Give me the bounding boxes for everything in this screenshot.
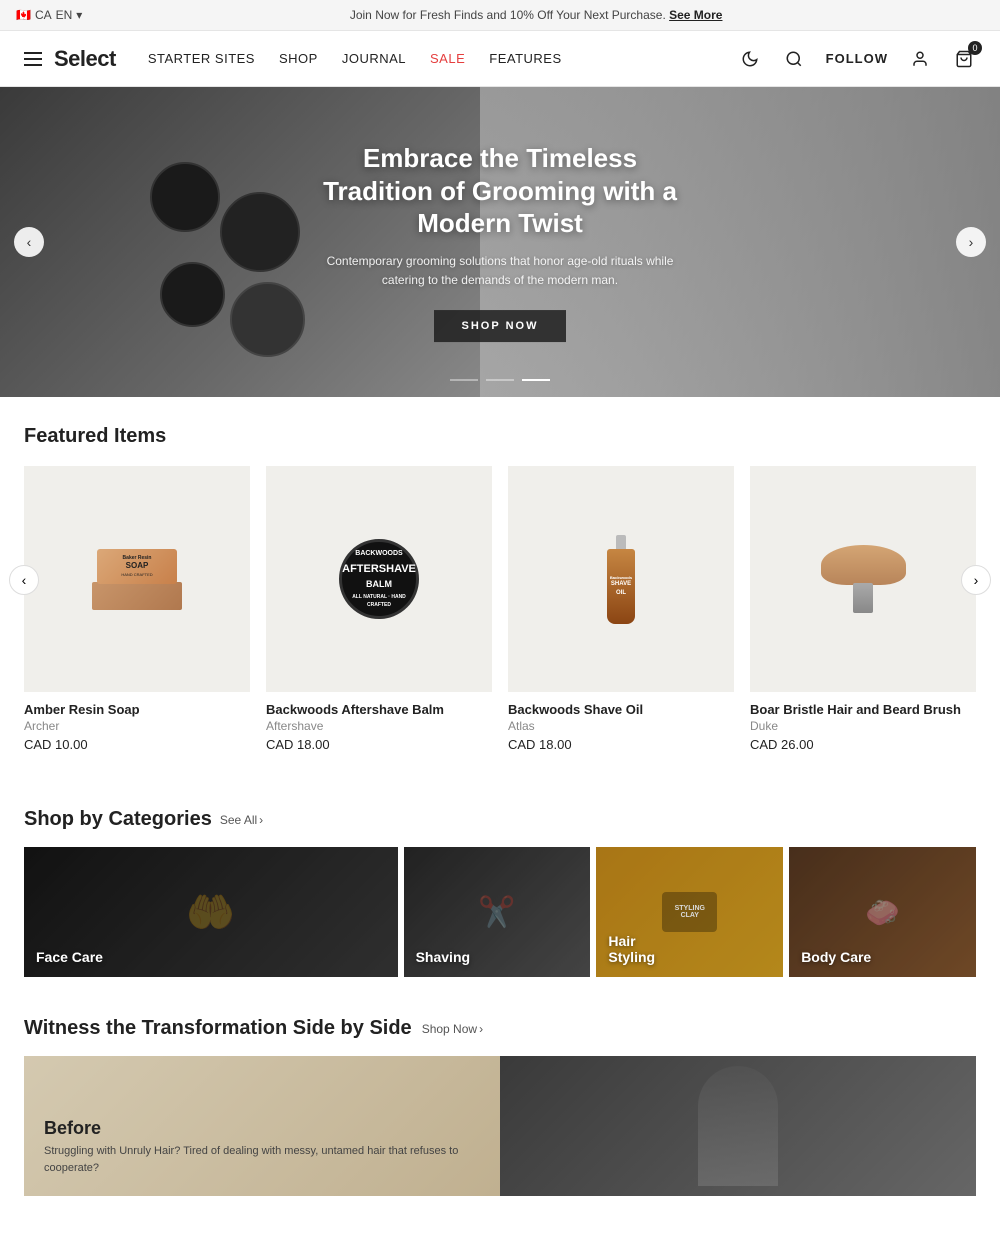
see-more-link[interactable]: See More	[669, 8, 722, 22]
locale-en[interactable]: EN	[56, 8, 73, 22]
product-name-1: Amber Resin Soap	[24, 702, 250, 717]
hero-subtitle: Contemporary grooming solutions that hon…	[310, 252, 690, 290]
nav-sale[interactable]: SALE	[430, 51, 465, 66]
category-face-care[interactable]: 🤲 Face Care	[24, 847, 398, 977]
product-price-2: CAD 18.00	[266, 737, 492, 752]
nav-starter-sites[interactable]: STARTER SITES	[148, 51, 255, 66]
featured-title: Featured Items	[24, 425, 976, 448]
before-panel: Before Struggling with Unruly Hair? Tire…	[24, 1056, 500, 1196]
transformation-grid: Before Struggling with Unruly Hair? Tire…	[24, 1056, 976, 1196]
hero-prev-button[interactable]: ‹	[14, 227, 44, 257]
announcement-bar: 🇨🇦 CA EN ▾ Join Now for Fresh Finds and …	[0, 0, 1000, 31]
product-price-1: CAD 10.00	[24, 737, 250, 752]
search-button[interactable]	[782, 47, 806, 71]
cart-count: 0	[968, 41, 982, 55]
hero-content: Embrace the Timeless Tradition of Groomi…	[310, 142, 690, 342]
flag-icon: 🇨🇦	[16, 8, 31, 22]
hero-next-button[interactable]: ›	[956, 227, 986, 257]
product-brand-3: Atlas	[508, 719, 734, 733]
after-panel	[500, 1056, 976, 1196]
categories-title: Shop by Categories	[24, 808, 212, 831]
hero-title: Embrace the Timeless Tradition of Groomi…	[310, 142, 690, 240]
locale-selector[interactable]: 🇨🇦 CA EN ▾	[16, 8, 82, 22]
dark-mode-toggle[interactable]	[738, 47, 762, 71]
locale-ca[interactable]: CA	[35, 8, 52, 22]
chevron-right-icon: ›	[479, 1022, 483, 1036]
before-label: Before	[44, 1118, 480, 1139]
see-all-link[interactable]: See All ›	[220, 813, 263, 827]
product-price-3: CAD 18.00	[508, 737, 734, 752]
header: Select STARTER SITES SHOP JOURNAL SALE F…	[0, 31, 1000, 87]
hero-dot-3[interactable]	[522, 379, 550, 381]
header-right: FOLLOW 0	[738, 47, 976, 71]
cart-button[interactable]: 0	[952, 47, 976, 71]
hero-carousel: Embrace the Timeless Tradition of Groomi…	[0, 87, 1000, 397]
products-next-button[interactable]: ›	[961, 565, 991, 595]
categories-section: Shop by Categories See All › 🤲 Face Care…	[0, 780, 1000, 997]
transformation-section: Witness the Transformation Side by Side …	[0, 997, 1000, 1196]
product-card-3[interactable]: Backwoods SHAVE OIL Backwoods Shave Oil …	[508, 466, 734, 752]
announcement-text: Join Now for Fresh Finds and 10% Off You…	[88, 8, 984, 22]
category-label-face: Face Care	[36, 949, 103, 965]
products-carousel: ‹ Baker Resin SOAP HAND CRAFTED	[24, 466, 976, 752]
category-hair-styling[interactable]: STYLINGCLAY Hair Styling	[596, 847, 783, 977]
category-label-body: Body Care	[801, 949, 871, 965]
category-label-shaving: Shaving	[416, 949, 470, 965]
product-image-3: Backwoods SHAVE OIL	[508, 466, 734, 692]
categories-grid: 🤲 Face Care ✂️ Shaving STYLINGCLAY Hair …	[24, 847, 976, 977]
hero-dot-1[interactable]	[450, 379, 478, 381]
hero-cta-button[interactable]: SHOP NOW	[434, 310, 567, 342]
hero-dots	[450, 379, 550, 381]
chevron-right-icon: ›	[259, 813, 263, 827]
product-name-3: Backwoods Shave Oil	[508, 702, 734, 717]
shop-now-link[interactable]: Shop Now ›	[422, 1022, 483, 1036]
featured-section: Featured Items ‹ Baker Resin SOAP HAND C…	[0, 397, 1000, 780]
product-card-2[interactable]: BACKWOODS AFTERSHAVE BALM ALL NATURAL · …	[266, 466, 492, 752]
hero-dot-2[interactable]	[486, 379, 514, 381]
main-nav: STARTER SITES SHOP JOURNAL SALE FEATURES	[148, 51, 562, 66]
product-name-2: Backwoods Aftershave Balm	[266, 702, 492, 717]
logo[interactable]: Select	[54, 46, 116, 72]
transformation-title: Witness the Transformation Side by Side	[24, 1017, 412, 1040]
header-left: Select	[24, 46, 116, 72]
category-body-care[interactable]: 🧼 Body Care	[789, 847, 976, 977]
product-card-1[interactable]: Baker Resin SOAP HAND CRAFTED Amber Resi…	[24, 466, 250, 752]
category-label-hair: Hair Styling	[608, 933, 655, 965]
categories-header: Shop by Categories See All ›	[24, 808, 976, 831]
chevron-down-icon: ▾	[76, 8, 82, 22]
product-price-4: CAD 26.00	[750, 737, 976, 752]
product-image-2: BACKWOODS AFTERSHAVE BALM ALL NATURAL · …	[266, 466, 492, 692]
hamburger-menu[interactable]	[24, 52, 42, 66]
products-prev-button[interactable]: ‹	[9, 565, 39, 595]
category-shaving[interactable]: ✂️ Shaving	[404, 847, 591, 977]
transformation-header: Witness the Transformation Side by Side …	[24, 1017, 976, 1040]
product-image-1: Baker Resin SOAP HAND CRAFTED	[24, 466, 250, 692]
product-brand-1: Archer	[24, 719, 250, 733]
products-grid: Baker Resin SOAP HAND CRAFTED Amber Resi…	[24, 466, 976, 752]
follow-button[interactable]: FOLLOW	[826, 51, 888, 66]
nav-shop[interactable]: SHOP	[279, 51, 318, 66]
product-image-4	[750, 466, 976, 692]
nav-journal[interactable]: JOURNAL	[342, 51, 406, 66]
product-brand-2: Aftershave	[266, 719, 492, 733]
product-brand-4: Duke	[750, 719, 976, 733]
account-button[interactable]	[908, 47, 932, 71]
product-card-4[interactable]: Boar Bristle Hair and Beard Brush Duke C…	[750, 466, 976, 752]
before-text: Struggling with Unruly Hair? Tired of de…	[44, 1143, 480, 1176]
product-name-4: Boar Bristle Hair and Beard Brush	[750, 702, 976, 717]
nav-features[interactable]: FEATURES	[489, 51, 561, 66]
